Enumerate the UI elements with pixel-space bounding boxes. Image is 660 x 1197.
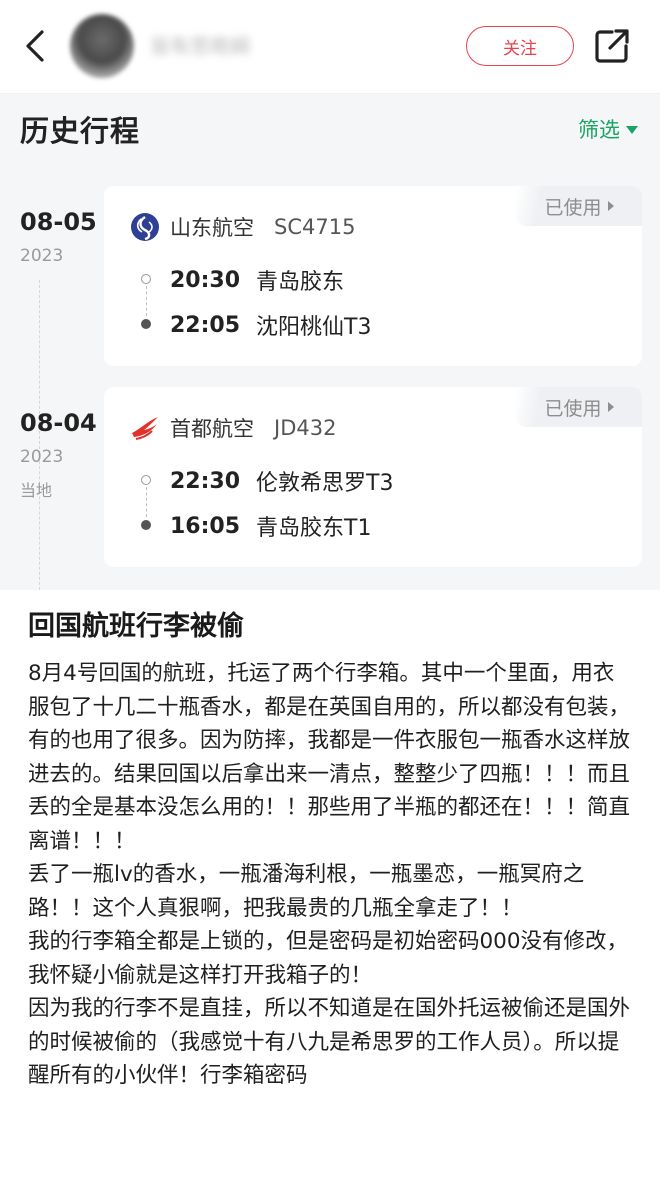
arrival-airport: 青岛胶东T1 [256, 516, 372, 541]
post-title: 回国航班行李被偷 [28, 611, 244, 642]
post-paragraph: 8月4号回国的航班，托运了两个行李箱。其中一个里面，用衣服包了十几二十瓶香水，都… [28, 661, 631, 854]
arrival-airport: 沈阳桃仙T3 [256, 315, 372, 340]
route-line [145, 487, 147, 517]
arrival-time: 16:05 [170, 513, 241, 539]
avatar[interactable] [70, 14, 134, 78]
caret-down-icon [626, 126, 638, 134]
route-line [145, 286, 147, 316]
departure-row: 20:30 青岛胶东 [170, 264, 344, 296]
trip-card[interactable]: 已使用 山东航空 SC4715 20:30 青岛胶东 22:05 沈阳桃仙T3 [104, 186, 642, 366]
departure-dot [141, 475, 151, 485]
arrival-time: 22:05 [170, 312, 241, 338]
flight-number: SC4715 [274, 215, 356, 239]
trip-date-year: 2023 [20, 447, 64, 467]
trip-date-year: 2023 [20, 246, 64, 266]
airline-info: 山东航空 SC4715 [130, 212, 355, 242]
departure-row: 22:30 伦敦希思罗T3 [170, 465, 393, 497]
departure-time: 22:30 [170, 468, 241, 494]
top-bar: 皆有思皓娴 关注 [0, 0, 660, 94]
username[interactable]: 皆有思皓娴 [150, 30, 290, 60]
post-paragraph: 因为我的行李不是直挂，所以不知道是在国外托运被偷还是国外的时候被偷的（我感觉十有… [28, 996, 631, 1088]
trip-card[interactable]: 已使用 首都航空 JD432 22:30 伦敦希思罗T3 16:05 青岛胶东T… [104, 387, 642, 567]
arrival-row: 22:05 沈阳桃仙T3 [170, 309, 371, 341]
post-paragraph: 丢了一瓶lv的香水，一瓶潘海利根，一瓶墨恋，一瓶冥府之路！！这个人真狠啊，把我最… [28, 862, 585, 921]
status-badge[interactable]: 已使用 [516, 186, 642, 226]
trip-date: 08-05 2023 [20, 208, 97, 266]
capital-airlines-logo-icon [132, 417, 158, 440]
departure-airport: 伦敦希思罗T3 [256, 471, 394, 496]
follow-button[interactable]: 关注 [466, 26, 574, 66]
trip-date-day: 08-04 [20, 409, 97, 437]
airline-name: 山东航空 [170, 216, 254, 240]
flight-number: JD432 [274, 416, 337, 440]
status-badge[interactable]: 已使用 [516, 387, 642, 427]
share-icon[interactable] [592, 26, 632, 66]
chevron-right-icon [607, 402, 614, 412]
post-content: 回国航班行李被偷 8月4号回国的航班，托运了两个行李箱。其中一个里面，用衣服包了… [0, 590, 660, 1197]
section-title: 历史行程 [20, 114, 141, 148]
arrival-row: 16:05 青岛胶东T1 [170, 510, 371, 542]
local-time-label: 当地 [20, 481, 53, 500]
shandong-airlines-logo-icon [131, 213, 159, 241]
filter-button[interactable]: 筛选 [578, 114, 638, 144]
post-body: 8月4号回国的航班，托运了两个行李箱。其中一个里面，用衣服包了十几二十瓶香水，都… [28, 657, 632, 1093]
arrival-dot [141, 520, 151, 530]
departure-airport: 青岛胶东 [256, 270, 345, 295]
trip-date: 08-04 2023 当地 [20, 409, 97, 501]
trip-date-day: 08-05 [20, 208, 97, 236]
post-paragraph: 我的行李箱全都是上锁的，但是密码是初始密码000没有修改，我怀疑小偷就是这样打开… [28, 929, 629, 988]
chevron-right-icon [607, 201, 614, 211]
departure-time: 20:30 [170, 267, 241, 293]
trip-history-section: 历史行程 筛选 08-05 2023 已使用 山东航空 SC4715 20:30… [0, 94, 660, 590]
airline-name: 首都航空 [170, 417, 254, 441]
airline-info: 首都航空 JD432 [130, 413, 336, 443]
back-arrow-icon[interactable] [22, 28, 52, 64]
departure-dot [141, 274, 151, 284]
arrival-dot [141, 319, 151, 329]
filter-label: 筛选 [578, 118, 620, 142]
